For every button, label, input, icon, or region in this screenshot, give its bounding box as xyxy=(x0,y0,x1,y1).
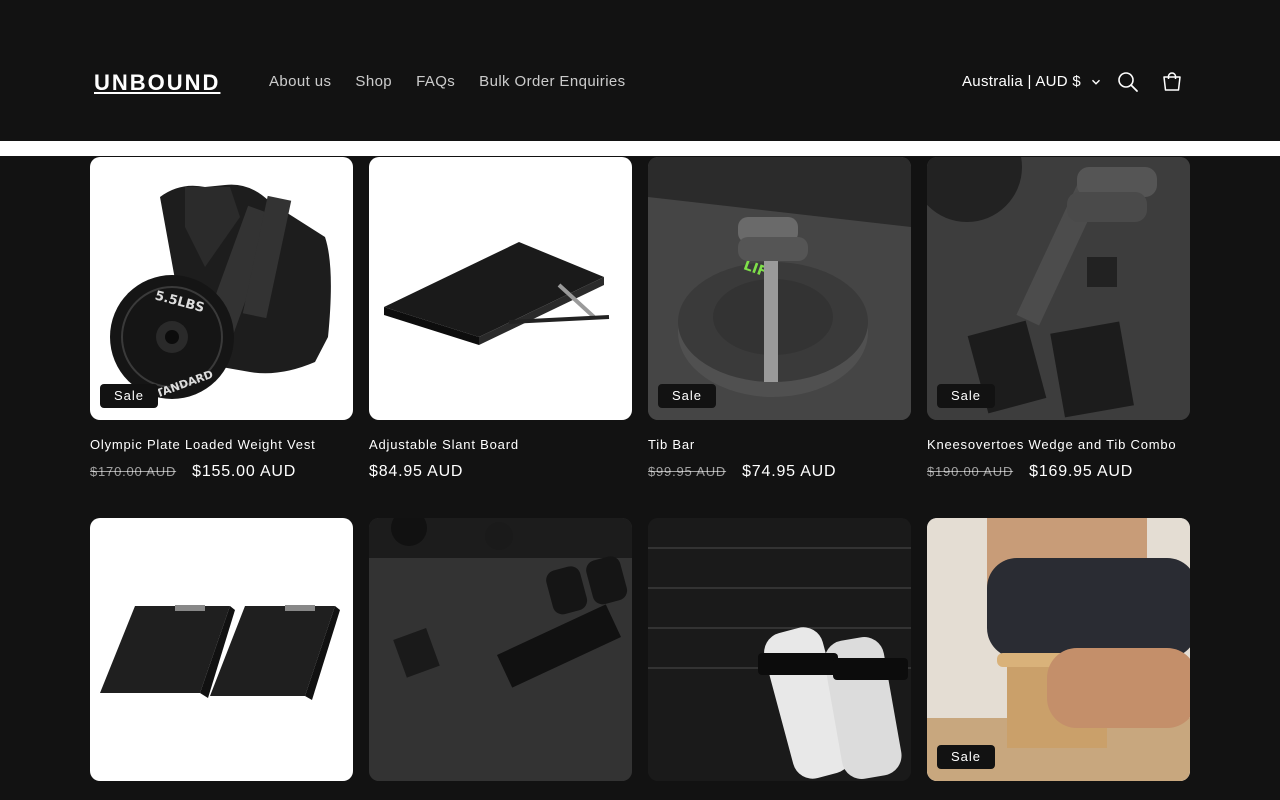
weight-vest-image: 5.5LBS STANDARD xyxy=(110,184,331,403)
chevron-down-icon xyxy=(1092,79,1101,85)
wedges-image xyxy=(100,605,340,700)
product-card[interactable] xyxy=(90,518,353,781)
wooden-stool-image xyxy=(927,518,1190,781)
cart-button[interactable] xyxy=(1150,60,1194,104)
cart-icon xyxy=(1163,72,1181,91)
product-card[interactable]: Sale Kneesovertoes Wedge and Tib Combo $… xyxy=(927,157,1190,480)
product-image-slant-board[interactable] xyxy=(369,157,632,420)
country-currency-selector[interactable]: Australia | AUD $ xyxy=(962,72,1101,92)
sale-price: $169.95 AUD xyxy=(1029,463,1134,480)
search-button[interactable] xyxy=(1106,60,1150,104)
sale-badge: Sale xyxy=(658,384,717,408)
product-title[interactable]: Olympic Plate Loaded Weight Vest xyxy=(90,437,316,452)
sale-badge: Sale xyxy=(937,384,996,408)
product-price: $190.00 AUD $169.95 AUD xyxy=(927,463,1133,481)
product-card[interactable]: Adjustable Slant Board $84.95 AUD xyxy=(369,157,632,480)
nav-shop[interactable]: Shop xyxy=(343,66,404,98)
sale-price: $155.00 AUD xyxy=(192,463,297,480)
search-icon xyxy=(1118,72,1138,92)
sale-badge: Sale xyxy=(100,384,159,408)
product-image-wedges[interactable] xyxy=(90,518,353,781)
tib-bar-image: LIFT xyxy=(648,157,911,420)
compare-at-price: $170.00 AUD xyxy=(90,464,177,479)
site-header: UNBOUND About us Shop FAQs Bulk Order En… xyxy=(0,0,1280,141)
nav-about-us[interactable]: About us xyxy=(257,66,343,98)
product-card[interactable]: 5.5LBS STANDARD Sale Olympic Plate Loade… xyxy=(90,157,353,480)
nav-faqs[interactable]: FAQs xyxy=(404,66,467,98)
product-title[interactable]: Adjustable Slant Board xyxy=(369,437,519,452)
product-title[interactable]: Tib Bar xyxy=(648,437,695,452)
product-card[interactable]: Sale xyxy=(927,518,1190,781)
product-price: $170.00 AUD $155.00 AUD xyxy=(90,463,296,481)
product-card[interactable] xyxy=(648,518,911,781)
compare-at-price: $99.95 AUD xyxy=(648,464,727,479)
product-card[interactable] xyxy=(369,518,632,781)
product-image-tib-strap[interactable] xyxy=(369,518,632,781)
product-image-weight-vest[interactable]: 5.5LBS STANDARD Sale xyxy=(90,157,353,420)
compare-at-price: $190.00 AUD xyxy=(927,464,1014,479)
sale-badge: Sale xyxy=(937,745,996,769)
main-nav: About us Shop FAQs Bulk Order Enquiries xyxy=(257,66,638,98)
product-image-ankle-straps[interactable] xyxy=(648,518,911,781)
regular-price: $84.95 AUD xyxy=(369,463,464,480)
sale-price: $74.95 AUD xyxy=(742,463,837,480)
wedge-tib-combo-image xyxy=(927,157,1190,420)
slant-board-image xyxy=(384,242,610,345)
product-price: $84.95 AUD xyxy=(369,463,463,481)
product-card[interactable]: LIFT Sale Tib Bar $99.95 AUD $74.95 AUD xyxy=(648,157,911,480)
product-image-wedge-tib-combo[interactable]: Sale xyxy=(927,157,1190,420)
nav-bulk-order-enquiries[interactable]: Bulk Order Enquiries xyxy=(467,66,637,98)
locale-label: Australia | AUD $ xyxy=(962,73,1082,90)
unbound-logo[interactable]: UNBOUND xyxy=(94,68,220,98)
ankle-straps-image xyxy=(648,518,911,781)
product-title[interactable]: Kneesovertoes Wedge and Tib Combo xyxy=(927,437,1176,452)
tib-strap-image xyxy=(369,518,632,781)
product-image-tib-bar[interactable]: LIFT Sale xyxy=(648,157,911,420)
product-image-wooden-stool[interactable]: Sale xyxy=(927,518,1190,781)
header-divider xyxy=(0,141,1280,156)
product-price: $99.95 AUD $74.95 AUD xyxy=(648,463,836,481)
logo-text: UNBOUND xyxy=(94,70,221,95)
